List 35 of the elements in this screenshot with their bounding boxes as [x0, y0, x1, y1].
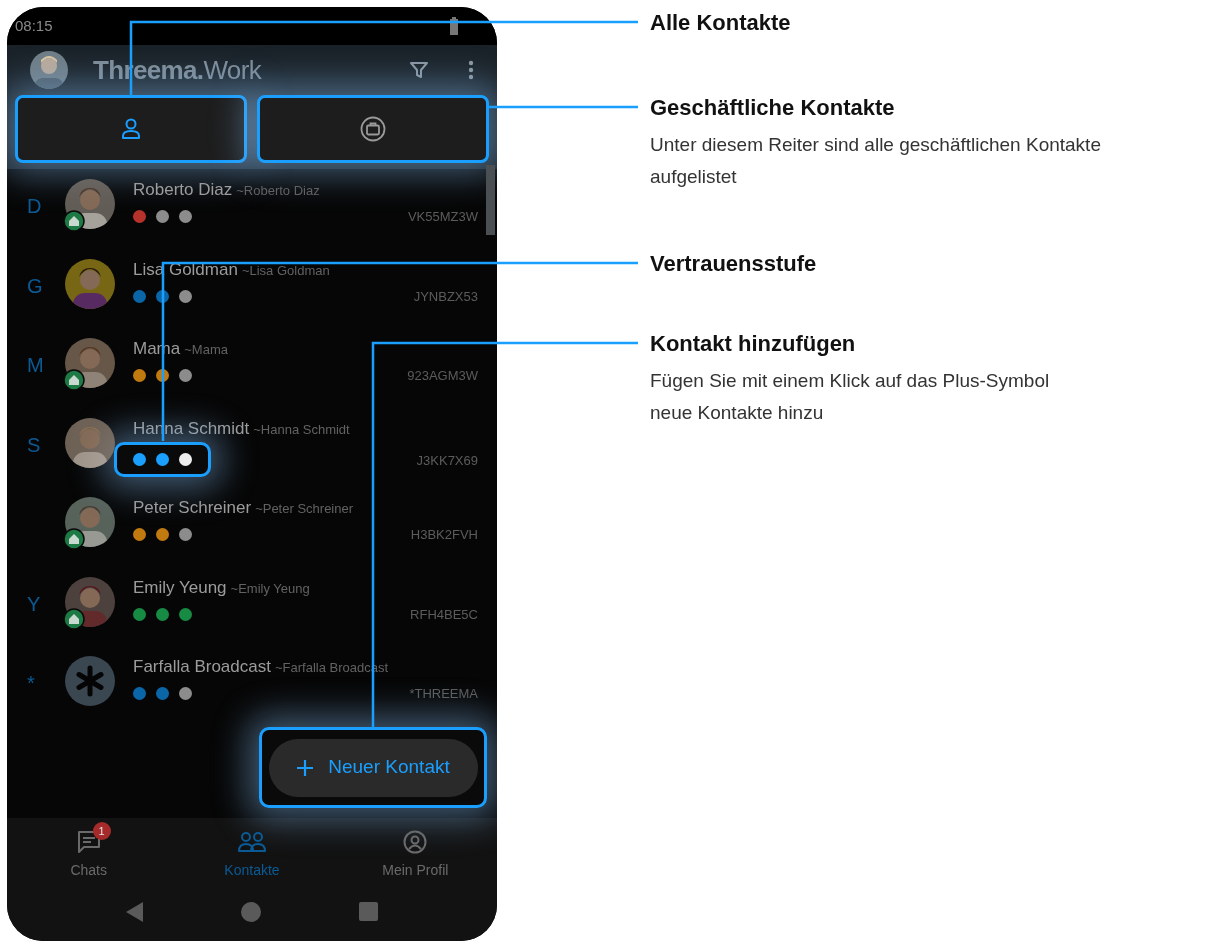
section-letter: G — [27, 274, 43, 297]
callout-description: Fügen Sie mit einem Klick auf das Plus-Symbol neue Kontakte hinzu — [650, 369, 1051, 425]
contact-nickname: ~Roberto Diaz — [236, 182, 320, 200]
section-letter: * — [27, 672, 35, 694]
new-contact-button[interactable]: Neuer Kontakt — [268, 738, 478, 797]
nav-tab[interactable]: 1 Chats — [7, 818, 171, 888]
contact-nickname: ~Emily Yeung — [230, 579, 310, 598]
nav-tab[interactable]: Mein Profil — [333, 818, 497, 888]
section-letter: M — [27, 354, 44, 376]
contact-name: Roberto Diaz — [133, 179, 233, 201]
contact-id: RFH4BE5C — [410, 605, 478, 624]
contact-nickname: ~Peter Schreiner — [255, 500, 354, 518]
callout-title: Kontakt hinzufügen — [650, 330, 857, 358]
contact-nickname: ~Lisa Goldman — [241, 261, 330, 280]
contact-id: JYNBZX53 — [413, 287, 478, 306]
callout-title: Vertrauensstufe — [650, 250, 818, 278]
callout-title: Alle Kontakte — [650, 9, 792, 37]
section-letter: S — [27, 433, 41, 456]
contact-nickname: ~Hanna Schmidt — [253, 420, 350, 439]
section-letter: Y — [27, 592, 41, 615]
callout-title: Geschäftliche Kontakte — [650, 94, 896, 122]
callout-description: Unter diesem Reiter sind alle geschäftlichen Kontakte aufgelistet — [650, 133, 1102, 189]
contact-id: VK55MZ3W — [407, 208, 478, 226]
contact-id: H3BK2FVH — [410, 526, 478, 544]
status-time: 08:15 — [15, 15, 53, 36]
contact-id: J3KK7X69 — [416, 452, 478, 471]
section-letter: D — [27, 195, 42, 217]
contact-nickname: ~Mama — [184, 341, 228, 359]
contact-id: 923AGM3W — [407, 367, 478, 385]
notification-badge: 1 — [92, 822, 111, 840]
contact-name: Emily Yeung — [133, 576, 227, 599]
nav-tab[interactable]: Kontakte — [170, 818, 334, 888]
contact-name: Farfalla Broadcast — [133, 656, 271, 678]
contact-id: *THREEMA — [409, 685, 478, 703]
contact-name: Peter Schreiner — [133, 497, 252, 519]
